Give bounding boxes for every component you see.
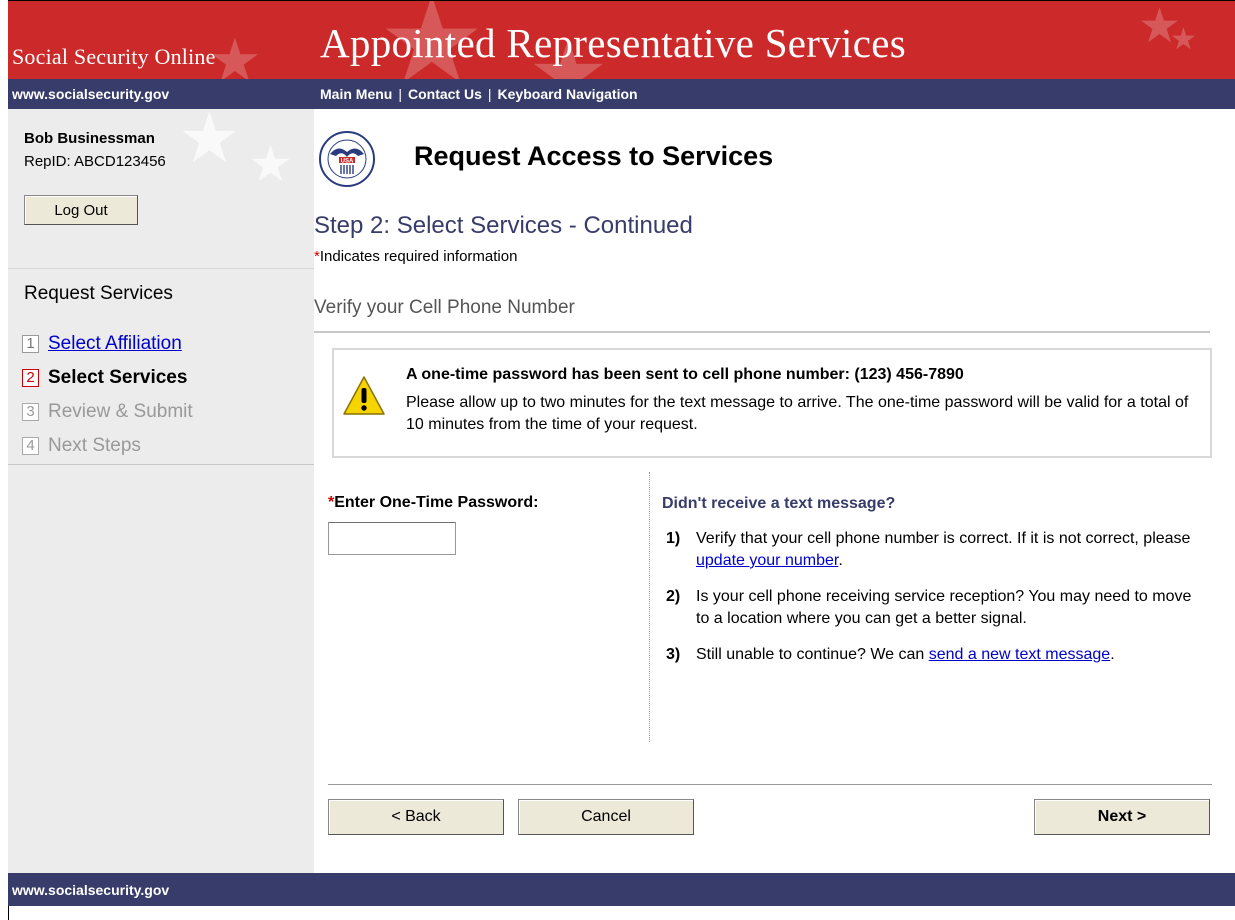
send-new-text-link[interactable]: send a new text message: [929, 646, 1110, 663]
star-decoration-icon: ★: [208, 27, 262, 80]
help-item-number: 3): [666, 646, 681, 663]
help-text-end: .: [1110, 646, 1115, 663]
site-url-link[interactable]: www.socialsecurity.gov: [12, 86, 169, 102]
otp-input[interactable]: [328, 522, 456, 555]
help-item: 1) Verify that your cell phone number is…: [666, 528, 1196, 572]
otp-label: *Enter One-Time Password:: [328, 494, 538, 512]
otp-label-text: Enter One-Time Password:: [334, 494, 539, 511]
select-affiliation-link[interactable]: Select Affiliation: [48, 333, 182, 355]
nav-separator: |: [398, 86, 402, 102]
sidebar-divider: [8, 464, 314, 465]
keyboard-navigation-link[interactable]: Keyboard Navigation: [498, 86, 638, 102]
logo-usa-text: USA: [341, 159, 354, 165]
footer: www.socialsecurity.gov: [8, 873, 1235, 906]
help-text: Still unable to continue? We can: [696, 646, 929, 663]
main-menu-link[interactable]: Main Menu: [320, 86, 392, 102]
button-bar: < Back Cancel Next >: [328, 799, 1212, 835]
cancel-button[interactable]: Cancel: [518, 799, 694, 835]
help-item-number: 2): [666, 588, 681, 605]
footer-url-link[interactable]: www.socialsecurity.gov: [12, 882, 169, 898]
step-select-affiliation: 1 Select Affiliation: [22, 327, 193, 361]
nav-bar: www.socialsecurity.gov Main Menu | Contact…: [8, 79, 1235, 109]
star-decoration-icon: ★: [178, 109, 241, 177]
star-decoration-icon: ★: [1170, 23, 1197, 56]
step-number-badge: 3: [22, 403, 39, 421]
help-item-text: Is your cell phone receiving service rec…: [696, 588, 1192, 627]
top-nav-links: Main Menu | Contact Us | Keyboard Navigation: [320, 86, 638, 102]
next-button[interactable]: Next >: [1034, 799, 1210, 835]
step-next-steps: 4 Next Steps: [22, 429, 193, 463]
help-item: 3) Still unable to continue? We can send…: [666, 644, 1196, 666]
site-name: Social Security Online: [12, 44, 216, 69]
step-label: Review & Submit: [48, 401, 193, 422]
required-note: *Indicates required information: [314, 248, 517, 265]
user-box: ★ ★ Bob Businessman RepID: ABCD123456 Lo…: [8, 109, 314, 269]
step-list: 1 Select Affiliation 2 Select Services 3…: [22, 327, 193, 463]
app-title: Appointed Representative Services: [320, 20, 907, 66]
request-services-title: Request Services: [24, 283, 173, 304]
help-item-number: 1): [666, 530, 681, 547]
header-banner: ★ ★ ★ ★ ★ Social Security Online Appoint…: [8, 1, 1235, 79]
logout-button[interactable]: Log Out: [24, 195, 138, 225]
button-bar-rule: [328, 784, 1212, 785]
main-content: USA Request Access to Services Step 2: S…: [314, 109, 1235, 873]
required-note-text: Indicates required information: [319, 248, 518, 265]
help-text: Verify that your cell phone number is co…: [696, 530, 1191, 547]
step-number-badge: 2: [22, 369, 39, 387]
user-name: Bob Businessman: [24, 130, 155, 147]
step-review-submit: 3 Review & Submit: [22, 395, 193, 429]
nav-separator: |: [487, 86, 492, 102]
help-item: 2) Is your cell phone receiving service …: [666, 586, 1196, 630]
step-label: Select Services: [48, 367, 188, 388]
page-title: Request Access to Services: [414, 141, 774, 171]
column-divider: [649, 472, 650, 742]
step-select-services: 2 Select Services: [22, 361, 193, 395]
help-item-text: Verify that your cell phone number is co…: [696, 528, 1196, 572]
help-list: 1) Verify that your cell phone number is…: [666, 528, 1196, 680]
update-number-link[interactable]: update your number: [696, 552, 838, 569]
contact-us-link[interactable]: Contact Us: [408, 86, 482, 102]
step-label: Next Steps: [48, 435, 141, 456]
alert-text: Please allow up to two minutes for the t…: [406, 394, 1189, 433]
rep-id: RepID: ABCD123456: [24, 153, 166, 170]
alert-box: A one-time password has been sent to cel…: [332, 348, 1212, 458]
sidebar: ★ ★ Bob Businessman RepID: ABCD123456 Lo…: [8, 109, 314, 873]
help-text-end: .: [838, 552, 843, 569]
step-number-badge: 4: [22, 437, 39, 455]
alert-title: A one-time password has been sent to cel…: [406, 366, 964, 383]
heading-rule: [314, 331, 1210, 333]
verify-cell-heading: Verify your Cell Phone Number: [314, 297, 575, 318]
step-number-badge: 1: [22, 335, 39, 353]
help-title: Didn't receive a text message?: [662, 495, 896, 512]
star-decoration-icon: ★: [248, 136, 293, 192]
back-button[interactable]: < Back: [328, 799, 504, 835]
warning-icon: [343, 376, 385, 415]
help-item-text: Still unable to continue? We can send a …: [696, 644, 1115, 666]
ssa-seal-logo-icon: USA: [319, 131, 375, 187]
step-heading: Step 2: Select Services - Continued: [314, 212, 693, 239]
